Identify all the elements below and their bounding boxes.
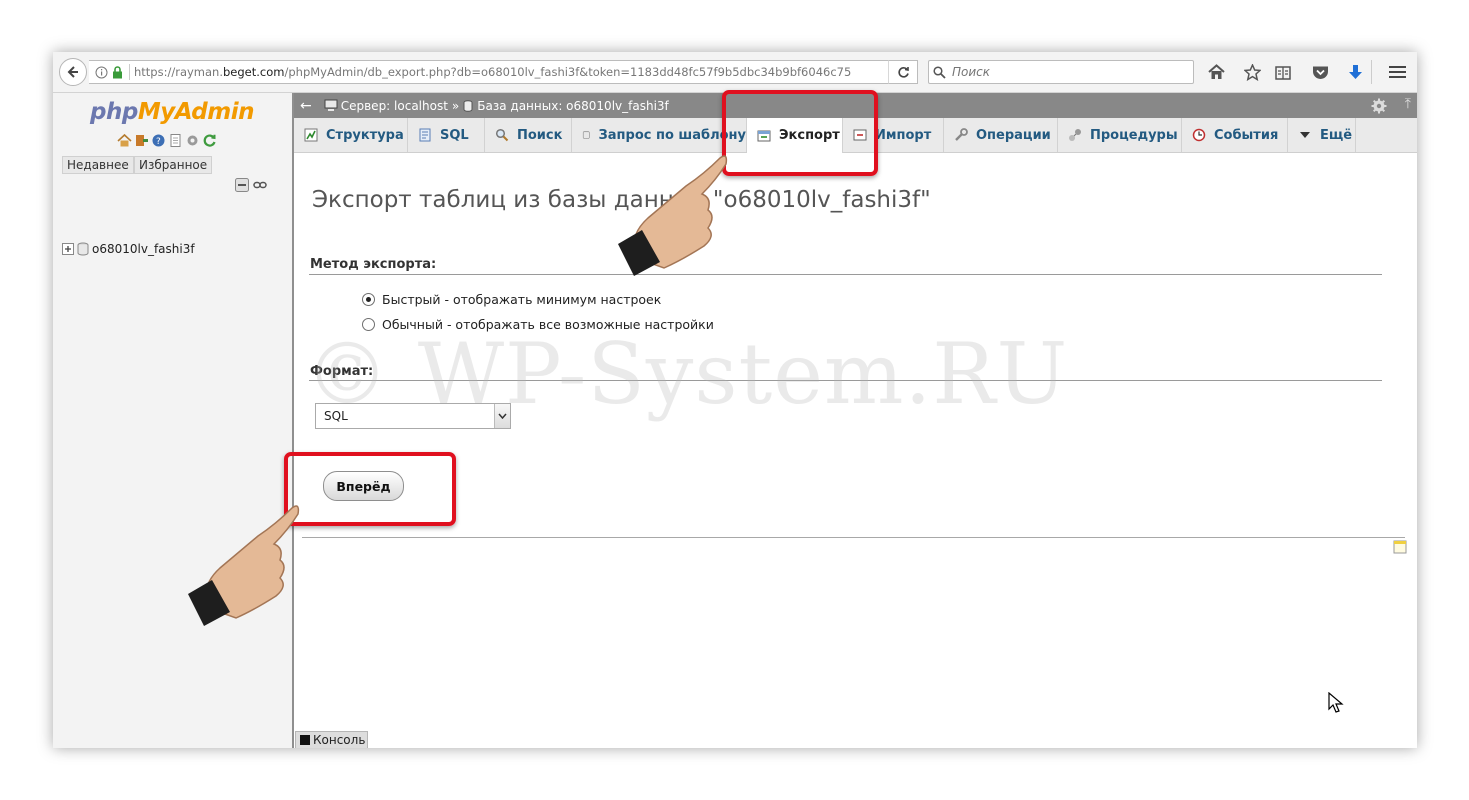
lock-icon xyxy=(113,65,122,78)
watermark: © WP-System.RU xyxy=(305,325,1069,423)
reading-list-button[interactable] xyxy=(1273,62,1293,82)
link-with-main-icon[interactable] xyxy=(253,178,267,196)
tab-sql[interactable]: SQL xyxy=(408,118,485,152)
server-icon xyxy=(324,99,338,111)
breadcrumb-server[interactable]: Сервер: localhost xyxy=(341,99,448,113)
clock-icon xyxy=(1192,128,1206,142)
tab-recent[interactable]: Недавнее xyxy=(62,156,134,174)
menu-button[interactable] xyxy=(1387,62,1407,82)
phpmyadmin-logo[interactable]: phpMyAdmin xyxy=(90,99,254,125)
tab-events[interactable]: События xyxy=(1182,118,1288,152)
pocket-button[interactable] xyxy=(1310,62,1330,82)
refresh-icon[interactable] xyxy=(202,133,217,148)
export-method-label: Метод экспорта: xyxy=(310,257,437,272)
divider xyxy=(309,274,1382,275)
search-icon xyxy=(495,128,509,142)
expand-icon[interactable] xyxy=(62,243,74,255)
highlight-export-tab xyxy=(722,90,878,176)
search-bar[interactable] xyxy=(928,60,1194,84)
url-bar[interactable]: https://rayman.beget.com/phpMyAdmin/db_e… xyxy=(89,60,916,84)
query-icon xyxy=(582,131,590,139)
star-icon xyxy=(1243,63,1261,81)
pocket-icon xyxy=(1312,66,1328,79)
tab-operations[interactable]: Операции xyxy=(944,118,1058,152)
radio-quick-label[interactable]: Быстрый - отображать минимум настроек xyxy=(382,292,661,307)
collapse-top-icon[interactable]: ⤒ xyxy=(1405,96,1411,112)
settings-gear-icon[interactable] xyxy=(1371,98,1387,117)
tab-search[interactable]: Поиск xyxy=(485,118,572,152)
database-icon xyxy=(463,99,473,112)
wrench-icon xyxy=(955,128,968,141)
home-icon[interactable] xyxy=(117,133,132,148)
database-tree-item[interactable]: o68010lv_fashi3f xyxy=(62,242,195,256)
browser-toolbar: https://rayman.beget.com/phpMyAdmin/db_e… xyxy=(53,52,1417,93)
tab-query-by-example[interactable]: Запрос по шаблону xyxy=(572,118,747,152)
help-icon[interactable]: ? xyxy=(151,133,166,148)
tab-favorites[interactable]: Избранное xyxy=(134,156,213,174)
tab-routines[interactable]: Процедуры xyxy=(1058,118,1182,152)
triangle-down-icon xyxy=(1300,132,1310,138)
settings-gear-icon[interactable] xyxy=(185,133,200,148)
search-icon xyxy=(933,65,946,79)
search-input[interactable] xyxy=(950,64,1174,80)
breadcrumb-separator: » xyxy=(451,98,460,113)
routines-icon xyxy=(1069,129,1081,141)
main-content: Экспорт таблиц из базы данных "o68010lv_… xyxy=(294,153,1417,748)
tree-controls xyxy=(235,178,267,196)
nav-icons: ? xyxy=(117,133,217,148)
pointing-hand-icon xyxy=(188,505,300,626)
arrow-left-icon xyxy=(67,66,78,78)
radio-quick-row[interactable]: Быстрый - отображать минимум настроек xyxy=(362,292,661,307)
svg-text:?: ? xyxy=(156,137,161,147)
download-arrow-icon xyxy=(1348,64,1362,79)
hamburger-menu-icon xyxy=(1388,66,1406,78)
mouse-cursor-icon xyxy=(1328,692,1344,713)
console-icon xyxy=(300,735,310,745)
tab-structure[interactable]: Структура xyxy=(294,118,408,152)
reading-list-icon xyxy=(1275,65,1291,80)
info-icon xyxy=(95,66,108,78)
reload-icon xyxy=(897,66,909,78)
sql-icon xyxy=(419,128,431,142)
database-icon xyxy=(77,242,89,256)
navigation-sidebar: phpMyAdmin ? Недавнее Избранное o68010lv… xyxy=(53,93,295,748)
collapse-all-icon[interactable] xyxy=(235,178,249,196)
pointing-hand-icon xyxy=(618,155,728,276)
reload-button[interactable] xyxy=(888,60,918,84)
console-tab[interactable]: Консоль xyxy=(295,731,368,748)
structure-icon xyxy=(304,128,318,142)
home-button[interactable] xyxy=(1206,62,1226,82)
bookmark-star-button[interactable] xyxy=(1242,62,1262,82)
breadcrumb-database[interactable]: База данных: o68010lv_fashi3f xyxy=(477,99,669,113)
database-name[interactable]: o68010lv_fashi3f xyxy=(92,242,195,256)
radio-quick[interactable] xyxy=(362,293,375,306)
downloads-button[interactable] xyxy=(1345,62,1365,82)
docs-icon[interactable] xyxy=(168,133,183,148)
highlight-go-button xyxy=(284,452,456,526)
home-icon xyxy=(1207,64,1225,79)
divider xyxy=(302,537,1405,538)
collapse-sidebar-icon[interactable]: ← xyxy=(300,98,312,114)
back-button[interactable] xyxy=(59,58,87,86)
notes-icon[interactable] xyxy=(1393,540,1407,558)
tab-more[interactable]: Ещё xyxy=(1288,118,1356,152)
logout-icon[interactable] xyxy=(134,133,149,148)
url-text: https://rayman.beget.com/phpMyAdmin/db_e… xyxy=(134,65,852,79)
